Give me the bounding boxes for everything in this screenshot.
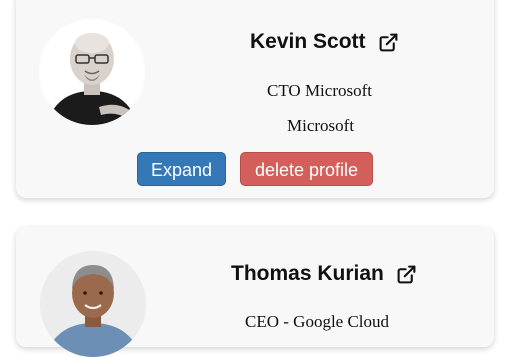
profile-title: CTO Microsoft (267, 81, 372, 100)
profile-card: Kevin Scott CTO Microsoft Microsoft Expa… (16, 0, 494, 198)
profile-card: Thomas Kurian CEO - Google Cloud (16, 227, 494, 357)
delete-profile-button[interactable]: delete profile (240, 152, 373, 186)
profile-title: CEO - Google Cloud (245, 312, 390, 331)
person-photo-icon (39, 19, 145, 125)
name-row: Thomas Kurian (231, 262, 417, 286)
person-photo-icon (40, 251, 146, 357)
profile-photo (39, 19, 145, 125)
name-row: Kevin Scott (250, 30, 399, 54)
profile-photo (40, 251, 146, 357)
external-link-icon[interactable] (378, 32, 399, 53)
profile-name: Thomas Kurian (231, 262, 384, 285)
expand-button[interactable]: Expand (137, 152, 226, 186)
profile-company: Microsoft (287, 116, 355, 135)
external-link-icon[interactable] (396, 264, 417, 285)
profile-name: Kevin Scott (250, 30, 366, 53)
